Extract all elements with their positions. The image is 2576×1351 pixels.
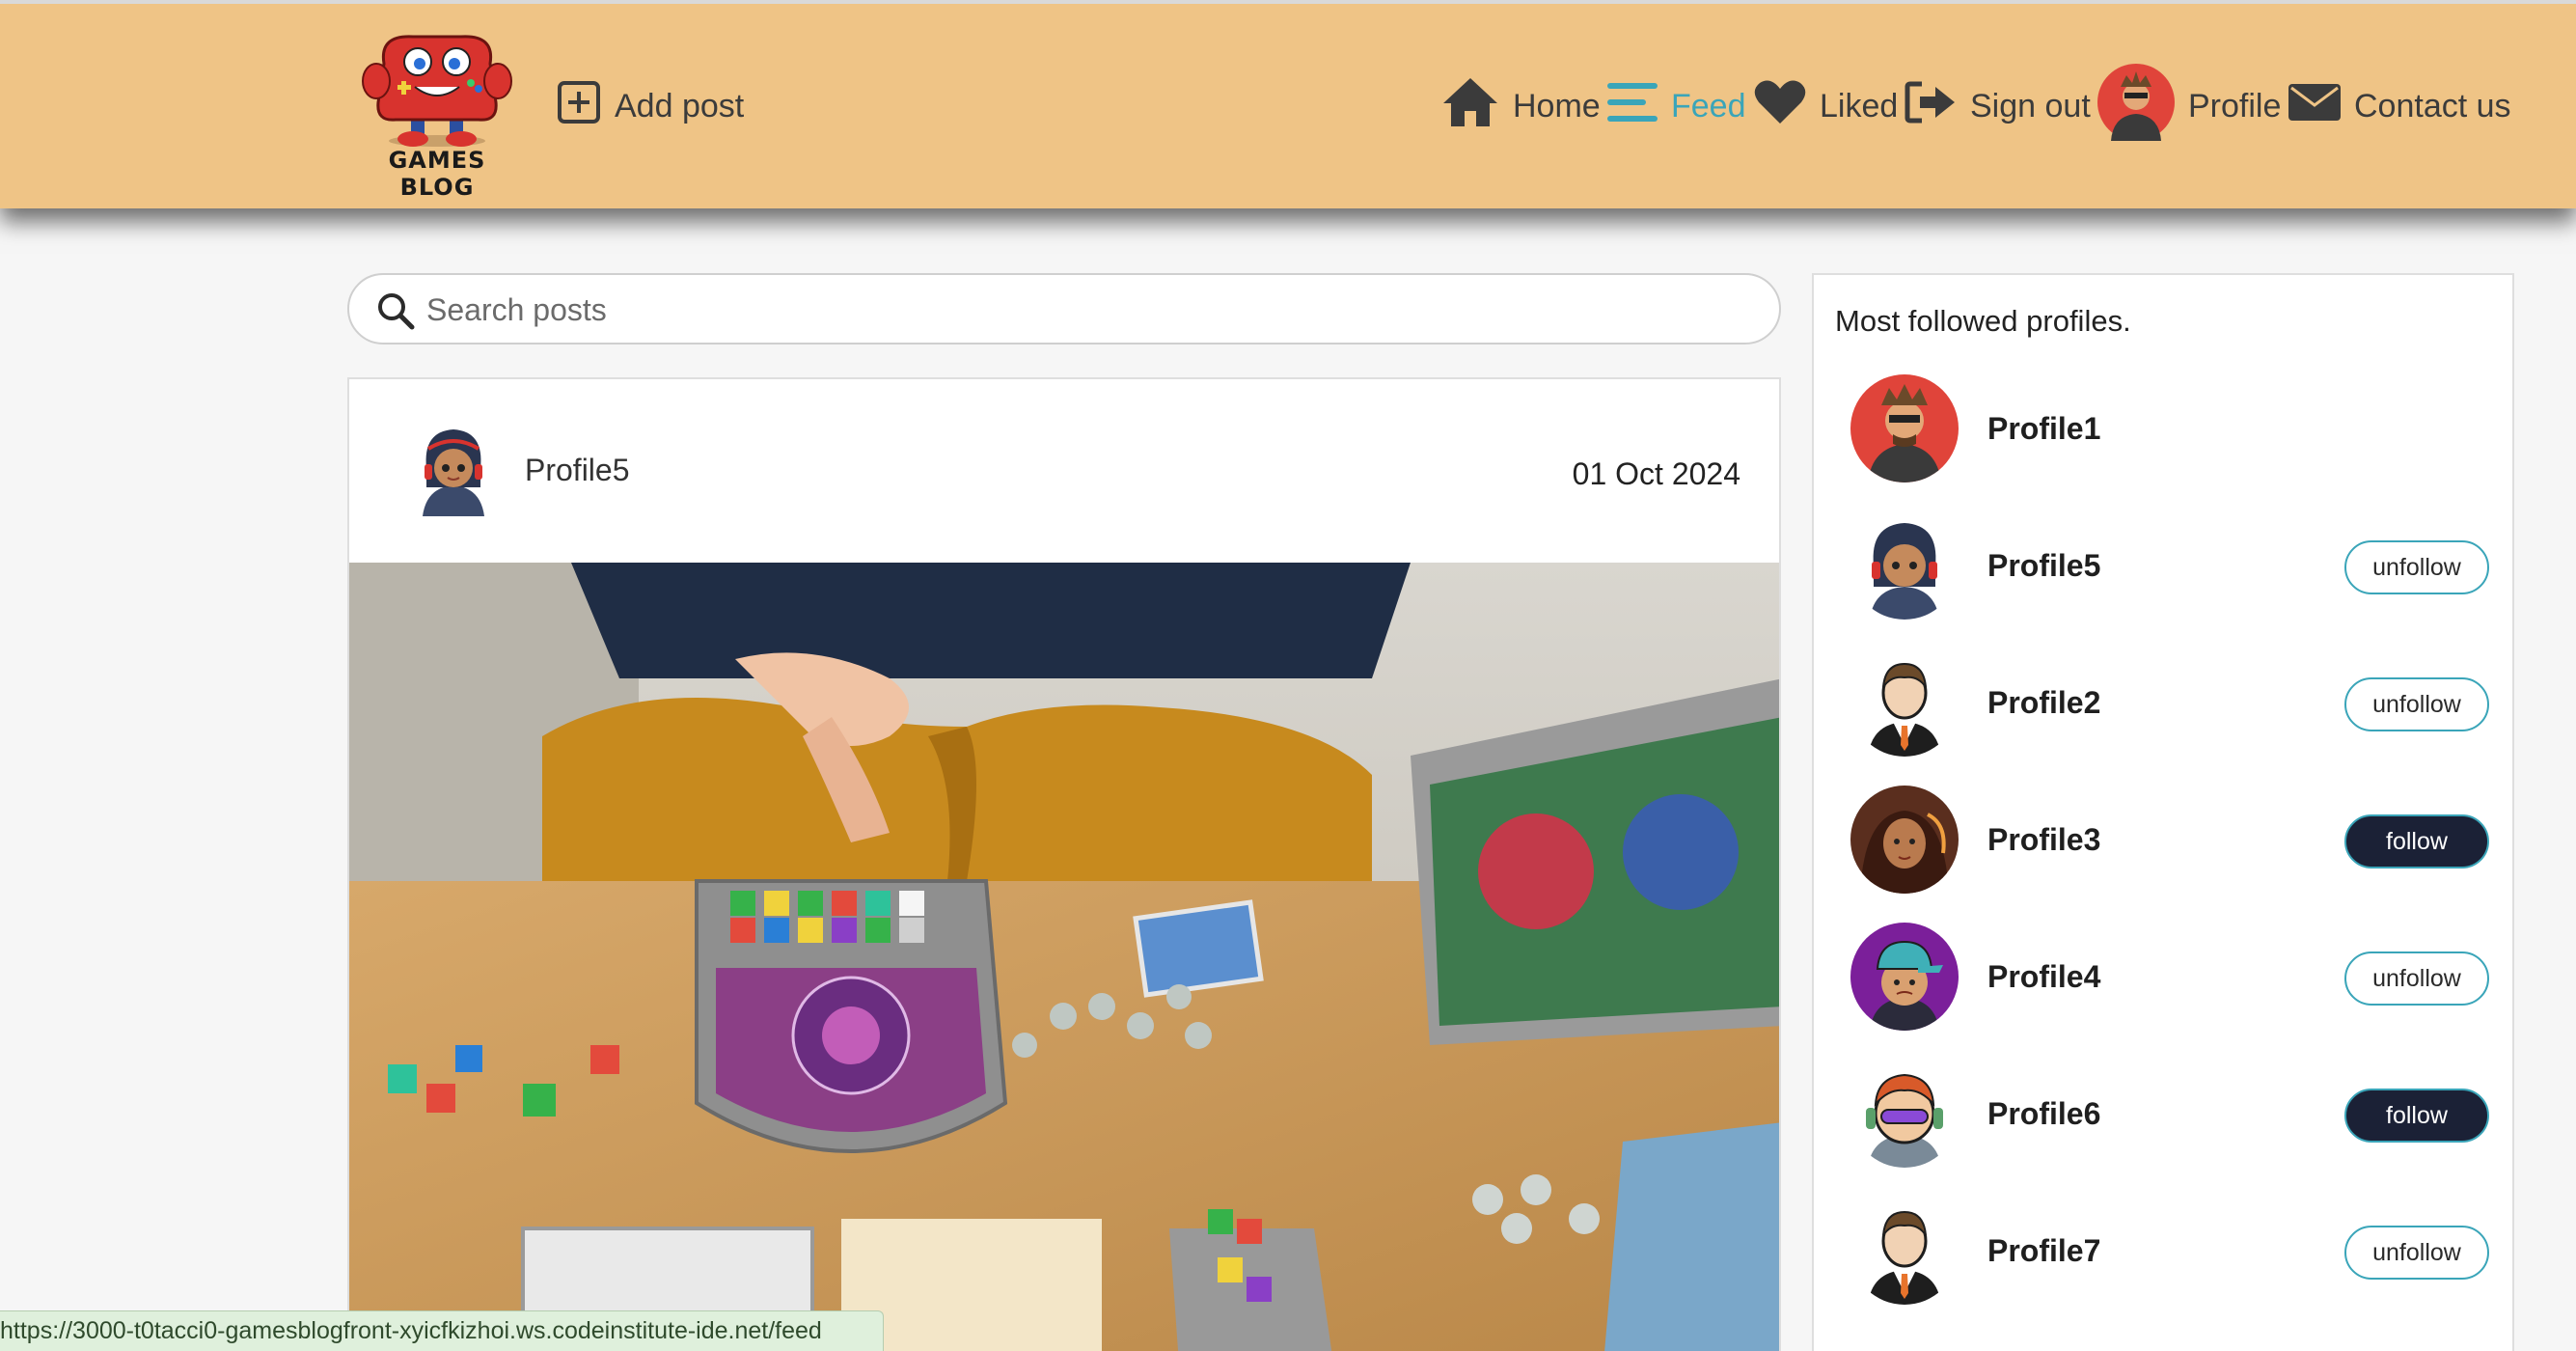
profile-name[interactable]: Profile2: [1987, 685, 2100, 721]
nav-profile[interactable]: Profile: [2097, 63, 2282, 141]
profile-avatar[interactable]: [1850, 1197, 1959, 1305]
nav-contact[interactable]: Contact us: [2288, 79, 2511, 133]
browser-status-url: https://3000-t0tacci0-gamesblogfront-xyi…: [0, 1310, 884, 1351]
profile-name[interactable]: Profile3: [1987, 822, 2100, 858]
add-post-label: Add post: [615, 87, 745, 124]
profile-avatar[interactable]: [1850, 923, 1959, 1031]
post-image[interactable]: [349, 563, 1779, 1351]
sign-out-icon: [1905, 80, 1957, 133]
profile-row: Profile5 unfollow: [1814, 508, 2516, 623]
unfollow-button[interactable]: unfollow: [2344, 677, 2489, 731]
search-icon: [376, 291, 415, 335]
profile-name[interactable]: Profile4: [1987, 959, 2100, 995]
navbar: GAMES BLOG Add post Home Feed Liked Sign…: [0, 0, 2576, 208]
profile-row: Profile6 follow: [1814, 1056, 2516, 1172]
profile-name[interactable]: Profile1: [1987, 411, 2100, 447]
profile-name[interactable]: Profile7: [1987, 1233, 2100, 1269]
games-blog-logo[interactable]: GAMES BLOG: [355, 25, 519, 201]
search-bar: [347, 273, 1781, 345]
post-card: Profile5 01 Oct 2024: [347, 377, 1781, 1351]
profile-name[interactable]: Profile6: [1987, 1096, 2100, 1132]
profile-row: Profile3 follow: [1814, 782, 2516, 897]
profile-avatar[interactable]: [1850, 786, 1959, 894]
profile-row: Profile7 unfollow: [1814, 1193, 2516, 1309]
sign-out-label: Sign out: [1970, 87, 2091, 124]
most-followed-sidebar: Most followed profiles. Profile1 Profile…: [1812, 273, 2514, 1351]
nav-sign-out[interactable]: Sign out: [1905, 79, 2091, 133]
heart-icon: [1754, 79, 1806, 134]
home-icon: [1441, 76, 1499, 137]
unfollow-button[interactable]: unfollow: [2344, 1226, 2489, 1280]
envelope-icon: [2288, 82, 2341, 131]
profile-avatar-icon: [2097, 63, 2175, 150]
bars-icon: [1607, 81, 1658, 132]
nav-feed[interactable]: Feed: [1607, 79, 1746, 133]
profile-name[interactable]: Profile5: [1987, 548, 2100, 584]
unfollow-button[interactable]: unfollow: [2344, 540, 2489, 594]
profile-avatar[interactable]: [1850, 374, 1959, 482]
profile-avatar[interactable]: [1850, 648, 1959, 757]
add-post-link[interactable]: Add post: [557, 79, 744, 133]
logo-text: GAMES BLOG: [388, 147, 486, 201]
unfollow-button[interactable]: unfollow: [2344, 951, 2489, 1006]
nav-liked[interactable]: Liked: [1754, 79, 1898, 133]
follow-button[interactable]: follow: [2344, 1089, 2489, 1143]
sidebar-title: Most followed profiles.: [1835, 304, 2131, 338]
post-author-name[interactable]: Profile5: [525, 453, 630, 488]
post-author-avatar[interactable]: [405, 420, 502, 516]
plus-square-icon: [557, 80, 601, 133]
post-date: 01 Oct 2024: [1572, 456, 1740, 491]
follow-button[interactable]: follow: [2344, 814, 2489, 868]
profile-row: Profile2 unfollow: [1814, 645, 2516, 760]
contact-label: Contact us: [2354, 87, 2511, 124]
feed-label: Feed: [1671, 87, 1746, 124]
liked-label: Liked: [1820, 87, 1899, 124]
profile-row: Profile1: [1814, 371, 2516, 486]
nav-home[interactable]: Home: [1441, 77, 1601, 133]
profile-row: Profile4 unfollow: [1814, 919, 2516, 1034]
profile-avatar[interactable]: [1850, 511, 1959, 620]
search-input[interactable]: [426, 287, 1758, 333]
profile-avatar[interactable]: [1850, 1060, 1959, 1168]
profile-label: Profile: [2188, 87, 2282, 124]
home-label: Home: [1513, 87, 1601, 124]
